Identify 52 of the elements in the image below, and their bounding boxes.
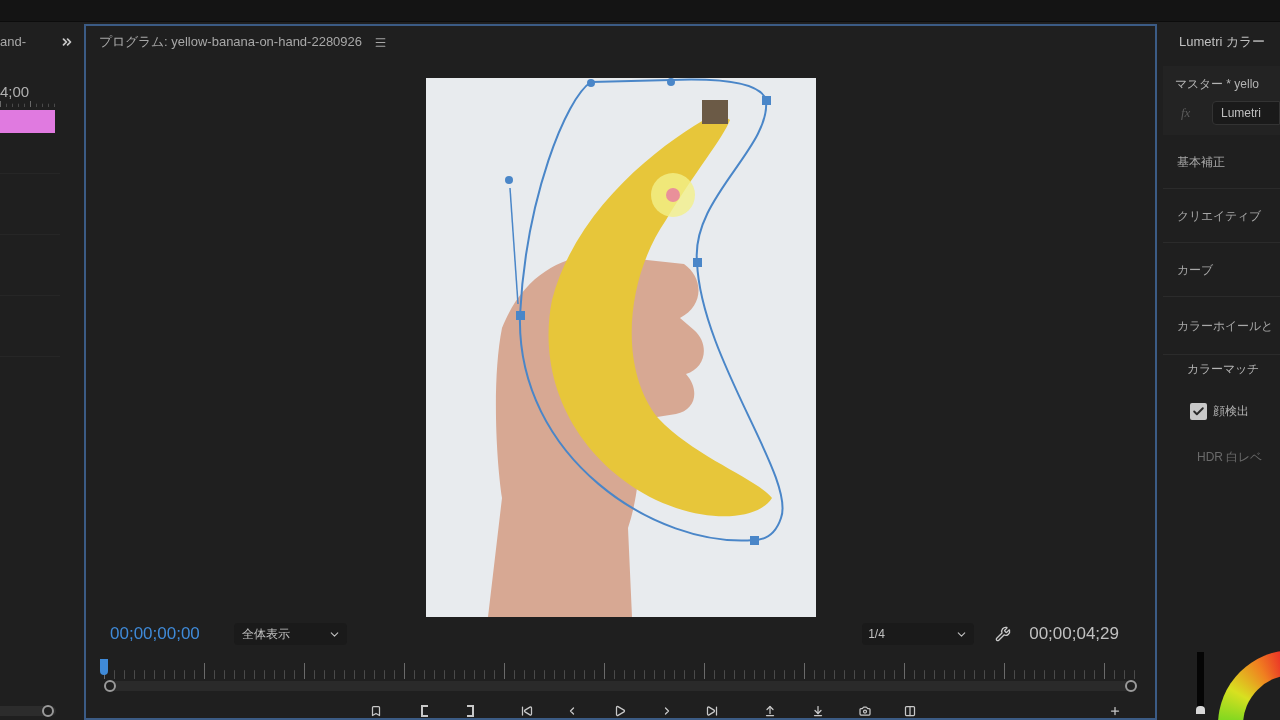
split-view-icon[interactable] bbox=[904, 705, 916, 717]
panel-tab-label[interactable]: and- bbox=[0, 32, 27, 52]
checkbox-label: 顔検出 bbox=[1213, 403, 1249, 420]
scroll-handle[interactable] bbox=[104, 680, 116, 692]
resolution-dropdown[interactable]: 1/4 bbox=[862, 623, 975, 645]
clip-bar[interactable] bbox=[0, 110, 55, 133]
duration-timecode: 00;00;04;29 bbox=[1029, 623, 1119, 646]
bezier-handle[interactable] bbox=[666, 78, 675, 86]
playhead-marker[interactable] bbox=[100, 659, 108, 675]
effect-dropdown[interactable]: Lumetri bbox=[1212, 101, 1280, 125]
mask-vertex[interactable] bbox=[692, 258, 702, 267]
slider-thumb[interactable] bbox=[1196, 706, 1205, 714]
scroll-handle[interactable] bbox=[1125, 680, 1137, 692]
play-icon[interactable] bbox=[614, 705, 626, 717]
panel-title[interactable]: Lumetri カラー bbox=[1179, 32, 1265, 52]
mask-vertex[interactable] bbox=[761, 96, 771, 105]
bezier-handle-line[interactable] bbox=[508, 187, 519, 305]
section-subheading: カラーマッチ bbox=[1187, 361, 1259, 378]
cursor-highlight-icon bbox=[650, 173, 695, 217]
zoom-dropdown[interactable]: 全体表示 bbox=[233, 623, 347, 645]
current-timecode[interactable]: 00;00;00;00 bbox=[110, 621, 200, 647]
bezier-handle[interactable] bbox=[586, 79, 595, 87]
settings-icon[interactable] bbox=[995, 626, 1012, 642]
panel-title: プログラム: yellow-banana-on-hand-2280926 bbox=[99, 33, 363, 52]
checkbox[interactable] bbox=[1190, 402, 1207, 420]
bezier-handle[interactable] bbox=[504, 176, 513, 184]
skip-forward-icon[interactable] bbox=[706, 705, 718, 717]
arrow-down-icon[interactable] bbox=[812, 705, 824, 717]
section-heading[interactable]: 基本補正 bbox=[1177, 152, 1225, 171]
scroll-handle[interactable] bbox=[42, 705, 54, 717]
scrollbar[interactable] bbox=[0, 706, 56, 716]
setting-label: HDR 白レベ bbox=[1197, 449, 1263, 466]
skip-back-icon[interactable] bbox=[521, 705, 533, 717]
bracket-open-icon[interactable] bbox=[419, 705, 431, 717]
bracket-close-icon[interactable] bbox=[464, 705, 476, 717]
menu-icon[interactable] bbox=[374, 35, 388, 49]
timeline-ruler bbox=[0, 101, 55, 107]
chevrons-right-icon[interactable] bbox=[60, 35, 74, 49]
arrow-up-icon[interactable] bbox=[764, 705, 776, 717]
add-icon[interactable] bbox=[1109, 705, 1121, 717]
bookmark-icon[interactable] bbox=[370, 705, 382, 717]
checkmark-icon bbox=[1192, 404, 1205, 418]
section-heading[interactable]: カーブ bbox=[1177, 260, 1213, 279]
timecode: 4;00 bbox=[0, 83, 30, 99]
mask-vertex[interactable] bbox=[749, 536, 759, 545]
clip-label: マスター * yello bbox=[1175, 76, 1260, 93]
section-heading[interactable]: クリエイティブ bbox=[1177, 206, 1261, 225]
slider-track[interactable] bbox=[1197, 652, 1204, 714]
zoom-scrollbar[interactable] bbox=[104, 681, 1137, 691]
section-heading[interactable]: カラーホイールと bbox=[1177, 316, 1273, 335]
camera-icon[interactable] bbox=[859, 705, 871, 717]
mask-outline[interactable] bbox=[518, 78, 784, 541]
